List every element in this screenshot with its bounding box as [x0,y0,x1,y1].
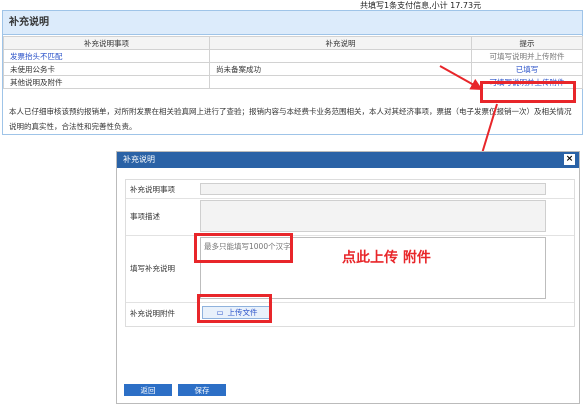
row-desc: 尚未备案成功 [209,62,472,76]
row-item-link[interactable]: 发票抬头不匹配 [3,49,210,63]
form-row-item: 补充说明事项 [126,180,574,199]
form-row-attach: 补充说明附件 ▭ 上传文件 [126,302,574,325]
row-item: 其他说明及附件 [3,75,210,89]
table-header-row: 补充说明事项 补充说明 提示 [3,36,583,50]
row-tip-link[interactable]: 已填写 [471,62,583,76]
payment-summary-text: 共填写1条支付信息,小计 17.73元 [360,1,482,9]
form-row-desc: 事项描述 [126,198,574,236]
close-icon[interactable]: × [564,154,575,165]
annotation-text: 点此上传 附件 [342,250,431,266]
item-field [200,183,546,195]
save-button[interactable]: 保存 [178,384,226,396]
dialog-title: 补充说明 [123,155,155,164]
dialog-header: 补充说明 × [117,152,579,168]
highlight-box-tip [480,81,576,103]
attach-label: 补充说明附件 [130,309,175,318]
highlight-box-upload [197,294,272,323]
panel-title: 补充说明 [3,11,582,35]
supplement-dialog: 补充说明 × 补充说明事项 事项描述 填写补充说明 补充说明附件 ▭ 上传文件 [116,151,580,404]
highlight-box-textarea [194,233,293,263]
supplement-panel: 补充说明 补充说明事项 补充说明 提示 发票抬头不匹配 可填写说明并上传附件 未… [2,10,583,135]
col-header-tip: 提示 [471,36,583,50]
desc-field [200,200,546,232]
row-tip: 可填写说明并上传附件 [471,49,583,63]
statement-text: 本人已仔细审核该预约报销单，对所附发票在相关验真网上进行了查验；报销内容与本经费… [9,107,572,131]
item-label: 补充说明事项 [130,184,175,194]
col-header-desc: 补充说明 [209,36,472,50]
row-desc [209,75,472,89]
back-button[interactable]: 返回 [124,384,172,396]
fill-label: 填写补充说明 [130,264,175,273]
table-row: 未使用公务卡 尚未备案成功 已填写 [3,62,583,76]
table-row: 发票抬头不匹配 可填写说明并上传附件 [3,49,583,63]
row-item: 未使用公务卡 [3,62,210,76]
row-desc [209,49,472,63]
desc-label: 事项描述 [130,212,160,221]
col-header-item: 补充说明事项 [3,36,210,50]
